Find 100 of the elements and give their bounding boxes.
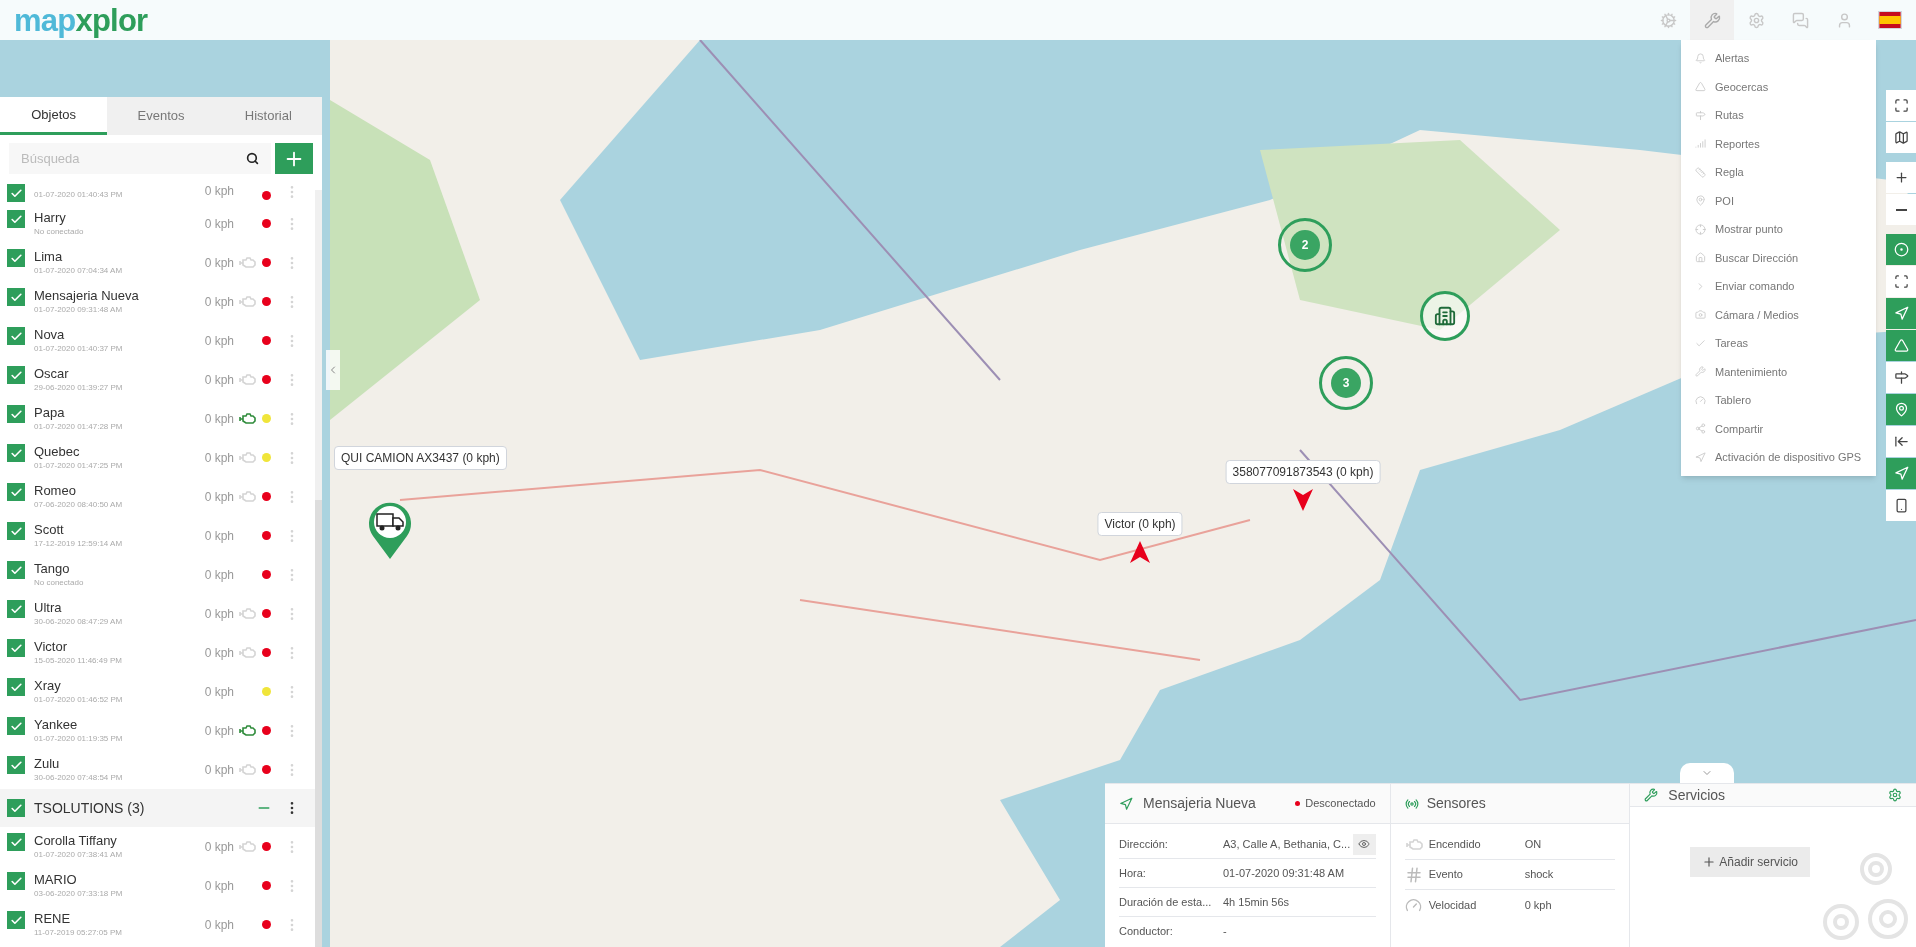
menu-item[interactable]: Tareas: [1715, 335, 1749, 352]
checkbox[interactable]: [7, 833, 25, 851]
object-row[interactable]: Scott 17-12-2019 12:59:14 AM 0 kph: [0, 516, 315, 555]
checkbox[interactable]: [7, 678, 25, 696]
add-button[interactable]: [275, 143, 313, 174]
gauge-icon: [1404, 896, 1422, 914]
view-button[interactable]: [1352, 833, 1376, 855]
checkbox[interactable]: [7, 327, 25, 345]
send-button[interactable]: [1886, 458, 1916, 489]
object-row[interactable]: MARIO 03-06-2020 07:33:18 PM 0 kph: [0, 866, 315, 905]
wrench-button[interactable]: [1690, 0, 1734, 40]
hash-icon: [1404, 865, 1423, 884]
menu-item[interactable]: Geocercas: [1715, 78, 1769, 95]
menu-item[interactable]: POI: [1715, 192, 1734, 209]
phone-button[interactable]: [1886, 490, 1916, 521]
menu-item[interactable]: Regla: [1715, 164, 1744, 181]
fit-button[interactable]: [1886, 266, 1916, 297]
menu-item[interactable]: Compartir: [1715, 420, 1764, 437]
sidebar-tab[interactable]: Objetos: [0, 97, 108, 135]
navigation-icon: [1119, 796, 1133, 811]
checkbox[interactable]: [7, 561, 25, 579]
triangle-icon: [1695, 81, 1706, 93]
sensor-label: Encendido: [1428, 837, 1482, 853]
checkbox[interactable]: [7, 444, 25, 462]
object-row[interactable]: Yankee 01-07-2020 01:19:35 PM 0 kph: [0, 711, 315, 750]
checkbox[interactable]: [7, 600, 25, 618]
object-timestamp: 01-07-2020 07:38:41 AM: [34, 849, 124, 860]
sidebar-tab[interactable]: Eventos: [107, 97, 215, 135]
map-button[interactable]: [1886, 122, 1916, 153]
menu-item[interactable]: Activación de dispositivo GPS: [1715, 449, 1862, 466]
arrow-left-button[interactable]: [1886, 426, 1916, 457]
fullscreen-button[interactable]: [1886, 90, 1916, 121]
menu-item[interactable]: Cámara / Medios: [1715, 306, 1799, 323]
object-name: Corolla Tiffany: [34, 833, 118, 850]
checkbox[interactable]: [7, 366, 25, 384]
add-service-button[interactable]: Añadir servicio: [1690, 847, 1810, 877]
menu-item[interactable]: Alertas: [1715, 50, 1750, 67]
menu-item[interactable]: Tablero: [1715, 392, 1752, 409]
marker-label: QUI CAMION AX3437 (0 kph): [334, 446, 507, 470]
sensor-label: Velocidad: [1428, 897, 1478, 913]
target-button[interactable]: [1886, 234, 1916, 265]
object-row[interactable]: Papa 01-07-2020 01:47:28 PM 0 kph: [0, 399, 315, 438]
menu-item[interactable]: Rutas: [1715, 107, 1744, 124]
checkbox[interactable]: [7, 799, 25, 817]
object-row[interactable]: Oscar 29-06-2020 01:39:27 PM 0 kph: [0, 360, 315, 399]
zoom-out-button[interactable]: [1886, 194, 1916, 225]
settings-icon[interactable]: [1888, 788, 1902, 802]
house-icon: [1695, 252, 1706, 264]
checkbox[interactable]: [7, 872, 25, 890]
checkbox[interactable]: [7, 717, 25, 735]
object-row[interactable]: Quebec 01-07-2020 01:47:25 PM 0 kph: [0, 438, 315, 477]
scrollbar[interactable]: [315, 190, 322, 947]
spain-flag-icon[interactable]: [1878, 11, 1902, 29]
arrow-marker[interactable]: [1129, 540, 1151, 564]
object-row[interactable]: Lima 01-07-2020 07:04:34 AM 0 kph: [0, 243, 315, 282]
menu-item[interactable]: Enviar comando: [1715, 278, 1795, 295]
object-row[interactable]: Xray 01-07-2020 01:46:52 PM 0 kph: [0, 672, 315, 711]
object-row[interactable]: Romeo 07-06-2020 08:40:50 AM 0 kph: [0, 477, 315, 516]
map-pin-button[interactable]: [1886, 394, 1916, 425]
triangle-button[interactable]: [1886, 330, 1916, 361]
checkbox[interactable]: [7, 288, 25, 306]
object-row[interactable]: Victor 15-05-2020 11:46:49 PM 0 kph: [0, 633, 315, 672]
object-timestamp: 01-07-2020 01:40:37 PM: [34, 343, 124, 354]
object-row[interactable]: Harry No conectado 0 kph: [0, 204, 315, 243]
menu-item[interactable]: Buscar Dirección: [1715, 249, 1799, 266]
checkbox[interactable]: [7, 184, 25, 202]
checkbox[interactable]: [7, 756, 25, 774]
speed-text: 0 kph: [204, 488, 234, 506]
object-name: MARIO: [34, 872, 78, 889]
building-marker[interactable]: [1420, 291, 1470, 341]
checkbox[interactable]: [7, 249, 25, 267]
object-row[interactable]: Mensajeria Nueva 01-07-2020 09:31:48 AM 0 kph: [0, 282, 315, 321]
object-row[interactable]: Zulu 30-06-2020 07:48:54 PM 0 kph: [0, 750, 315, 789]
object-row[interactable]: Corolla Tiffany 01-07-2020 07:38:41 AM 0 kph: [0, 827, 315, 866]
object-row[interactable]: Ultra 30-06-2020 08:47:29 AM 0 kph: [0, 594, 315, 633]
checkbox[interactable]: [7, 639, 25, 657]
object-row[interactable]: Nova 01-07-2020 01:40:37 PM 0 kph: [0, 321, 315, 360]
checkbox[interactable]: [7, 405, 25, 423]
checkbox[interactable]: [7, 522, 25, 540]
object-name: Romeo: [34, 483, 77, 500]
navigation-button[interactable]: [1886, 298, 1916, 329]
sidebar-tab[interactable]: Historial: [214, 97, 322, 135]
speed-text: 0 kph: [204, 449, 234, 467]
checkbox[interactable]: [7, 483, 25, 501]
object-row[interactable]: RENE 11-07-2019 05:27:05 PM 0 kph: [0, 905, 315, 944]
group-row[interactable]: TSOLUTIONS (3): [0, 789, 315, 827]
object-timestamp: 17-12-2019 12:59:14 AM: [34, 538, 124, 549]
check-icon: [9, 801, 23, 815]
search-icon[interactable]: [246, 152, 259, 165]
checkbox[interactable]: [7, 210, 25, 228]
checkbox[interactable]: [7, 911, 25, 929]
arrow-marker[interactable]: [1292, 488, 1314, 512]
menu-item[interactable]: Reportes: [1715, 135, 1760, 152]
phone-icon: [1893, 498, 1909, 513]
object-name: Harry: [34, 210, 67, 227]
field-value: 4h 15min 56s: [1223, 894, 1291, 910]
check-icon: [9, 485, 23, 499]
object-row[interactable]: Tango No conectado 0 kph: [0, 555, 315, 594]
menu-item[interactable]: Mantenimiento: [1715, 363, 1788, 380]
menu-item[interactable]: Mostrar punto: [1715, 221, 1783, 238]
